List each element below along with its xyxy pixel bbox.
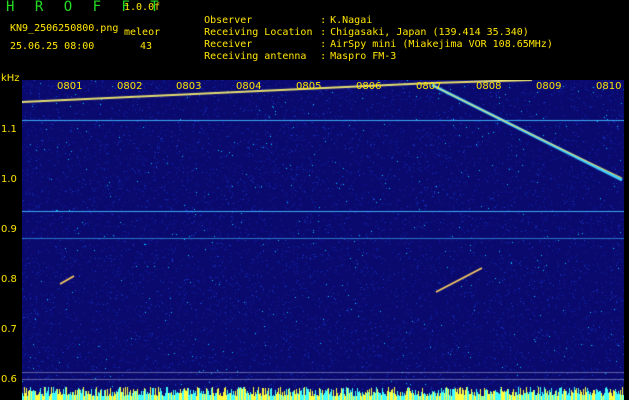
y-tick-label: 1.1 (1, 124, 17, 135)
x-tick-label: 0803 (176, 81, 202, 92)
x-tick-label: 0807 (416, 81, 442, 92)
filename: KN9_2506250800.png (10, 23, 119, 34)
x-tick-label: 0802 (117, 81, 143, 92)
y-tick-label: 0.7 (1, 324, 17, 335)
y-tick-label: 0.8 (1, 274, 17, 285)
y-tick-label: 0.9 (1, 224, 17, 235)
x-tick-label: 0810 (596, 81, 622, 92)
y-tick-label: 0.6 (1, 374, 17, 385)
x-tick-label: 0808 (476, 81, 502, 92)
x-tick-label: 0805 (296, 81, 322, 92)
info-value: Maspro FM-3 (330, 51, 397, 62)
info-label: Receiving antenna (204, 51, 307, 62)
info-antenna: Receiving antenna: Maspro FM-3 (204, 51, 397, 62)
x-tick-label: 0804 (236, 81, 262, 92)
x-tick-label: 0801 (57, 81, 83, 92)
fft-size: 1.0.0f (124, 2, 161, 13)
hroft-screen: H R O F F T 1.0.0f KN9_2506250800.png 25… (0, 0, 629, 400)
y-axis-unit: kHz (1, 73, 20, 84)
x-tick-label: 0806 (356, 81, 382, 92)
spectrogram (22, 80, 624, 400)
mode-label: meleor (124, 27, 161, 38)
x-tick-label: 0809 (536, 81, 562, 92)
y-tick-label: 1.0 (1, 174, 17, 185)
timestamp: 25.06.25 08:00 (10, 41, 95, 52)
meteor-count: 43 (140, 41, 153, 52)
